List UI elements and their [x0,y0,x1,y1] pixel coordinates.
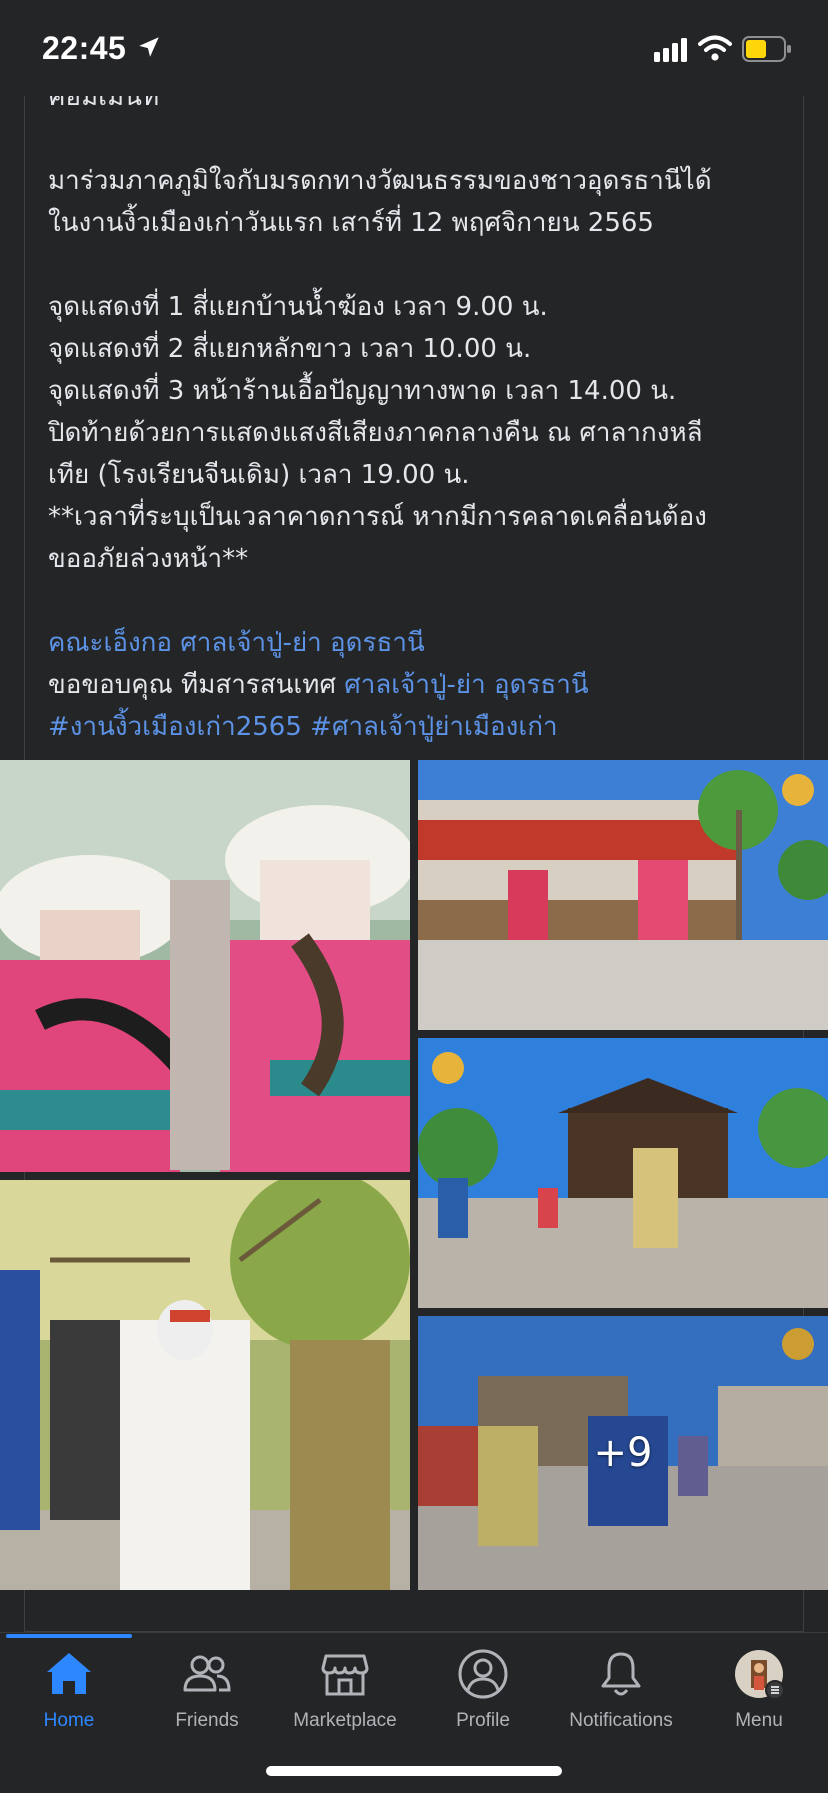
more-photos-count: +9 [593,1430,653,1476]
avatar-menu-icon [735,1650,785,1700]
post-photo-3[interactable] [418,1038,828,1308]
post-body: คอมเมนท์ มาร่วมภาคภูมิใจกับมรดกทางวัฒนธร… [48,76,788,748]
thanks-line: ขอขอบคุณ ทีมสารสนเทศ ศาลเจ้าปู่-ย่า อุดร… [48,664,788,706]
tab-label-friends: Friends [175,1710,239,1731]
post-text-line [48,244,788,286]
post-text-line: จุดแสดงที่ 1 สี่แยกบ้านน้ำฆ้อง เวลา 9.00… [48,292,548,322]
hashtag-link[interactable]: #งานงิ้วเมืองเก่า2565 [48,712,302,742]
friends-icon [183,1655,231,1692]
post-text-line: ในงานงิ้วเมืองเก่าวันแรก เสาร์ที่ 12 พฤศ… [48,208,654,238]
tab-profile[interactable]: Profile [414,1648,552,1738]
tab-home[interactable]: Home [0,1648,138,1738]
tab-menu[interactable]: Menu [690,1648,828,1738]
battery-icon [742,36,791,62]
tab-friends[interactable]: Friends [138,1648,276,1738]
page-link-shrine[interactable]: ศาลเจ้าปู่-ย่า อุดรธานี [344,670,588,700]
tab-notifications[interactable]: Notifications [552,1648,690,1738]
post-text-line: ปิดท้ายด้วยการแสดงแสงสีเสียงภาคกลางคืน ณ… [48,418,703,448]
post-photo-1[interactable] [0,760,410,1172]
tab-label-profile: Profile [456,1710,510,1731]
post-photo-4[interactable] [0,1180,410,1590]
location-arrow-icon [139,37,159,57]
post-text-line: จุดแสดงที่ 2 สี่แยกหลักขาว เวลา 10.00 น. [48,334,532,364]
cellular-signal-icon [654,38,687,62]
tab-label-notifications: Notifications [569,1710,673,1731]
status-bar: 22:45 [0,0,828,96]
bell-icon [601,1652,641,1696]
hashtag-line: #งานงิ้วเมืองเก่า2565 #ศาลเจ้าปู่ย่าเมือ… [48,706,788,748]
post-text-line: จุดแสดงที่ 3 หน้าร้านเอื้อปัญญาทางพาด เว… [48,376,677,406]
post-text-line [48,118,788,160]
credit-line: คณะเอ็งกอ ศาลเจ้าปู่-ย่า อุดรธานี [48,622,788,664]
page-link-enggor[interactable]: คณะเอ็งกอ ศาลเจ้าปู่-ย่า อุดรธานี [48,628,425,658]
thanks-text: ขอขอบคุณ ทีมสารสนเทศ [48,670,336,700]
tab-label-menu: Menu [735,1710,783,1731]
hashtag-link[interactable]: #ศาลเจ้าปู่ย่าเมืองเก่า [310,712,557,742]
post-photo-2[interactable] [418,760,828,1030]
wifi-icon [698,35,732,61]
post-text-line: ขออภัยล่วงหน้า** [48,544,249,574]
active-tab-indicator [6,1634,132,1638]
post-text-line: เทีย (โรงเรียนจีนเดิม) เวลา 19.00 น. [48,460,470,490]
marketplace-icon [321,1654,369,1696]
home-indicator[interactable] [266,1766,562,1776]
tab-label-home: Home [43,1710,95,1731]
post-text-line: **เวลาที่ระบุเป็นเวลาคาดการณ์ หากมีการคล… [48,502,707,532]
post-text-line [48,580,788,622]
tab-marketplace[interactable]: Marketplace [276,1648,414,1738]
home-icon [47,1653,91,1694]
status-time: 22:45 [42,30,127,66]
profile-icon [458,1649,508,1699]
post-photo-5[interactable]: +9 [418,1316,828,1590]
tab-label-marketplace: Marketplace [293,1710,397,1731]
post-text-line: มาร่วมภาคภูมิใจกับมรดกทางวัฒนธรรมของชาวอ… [48,166,712,196]
